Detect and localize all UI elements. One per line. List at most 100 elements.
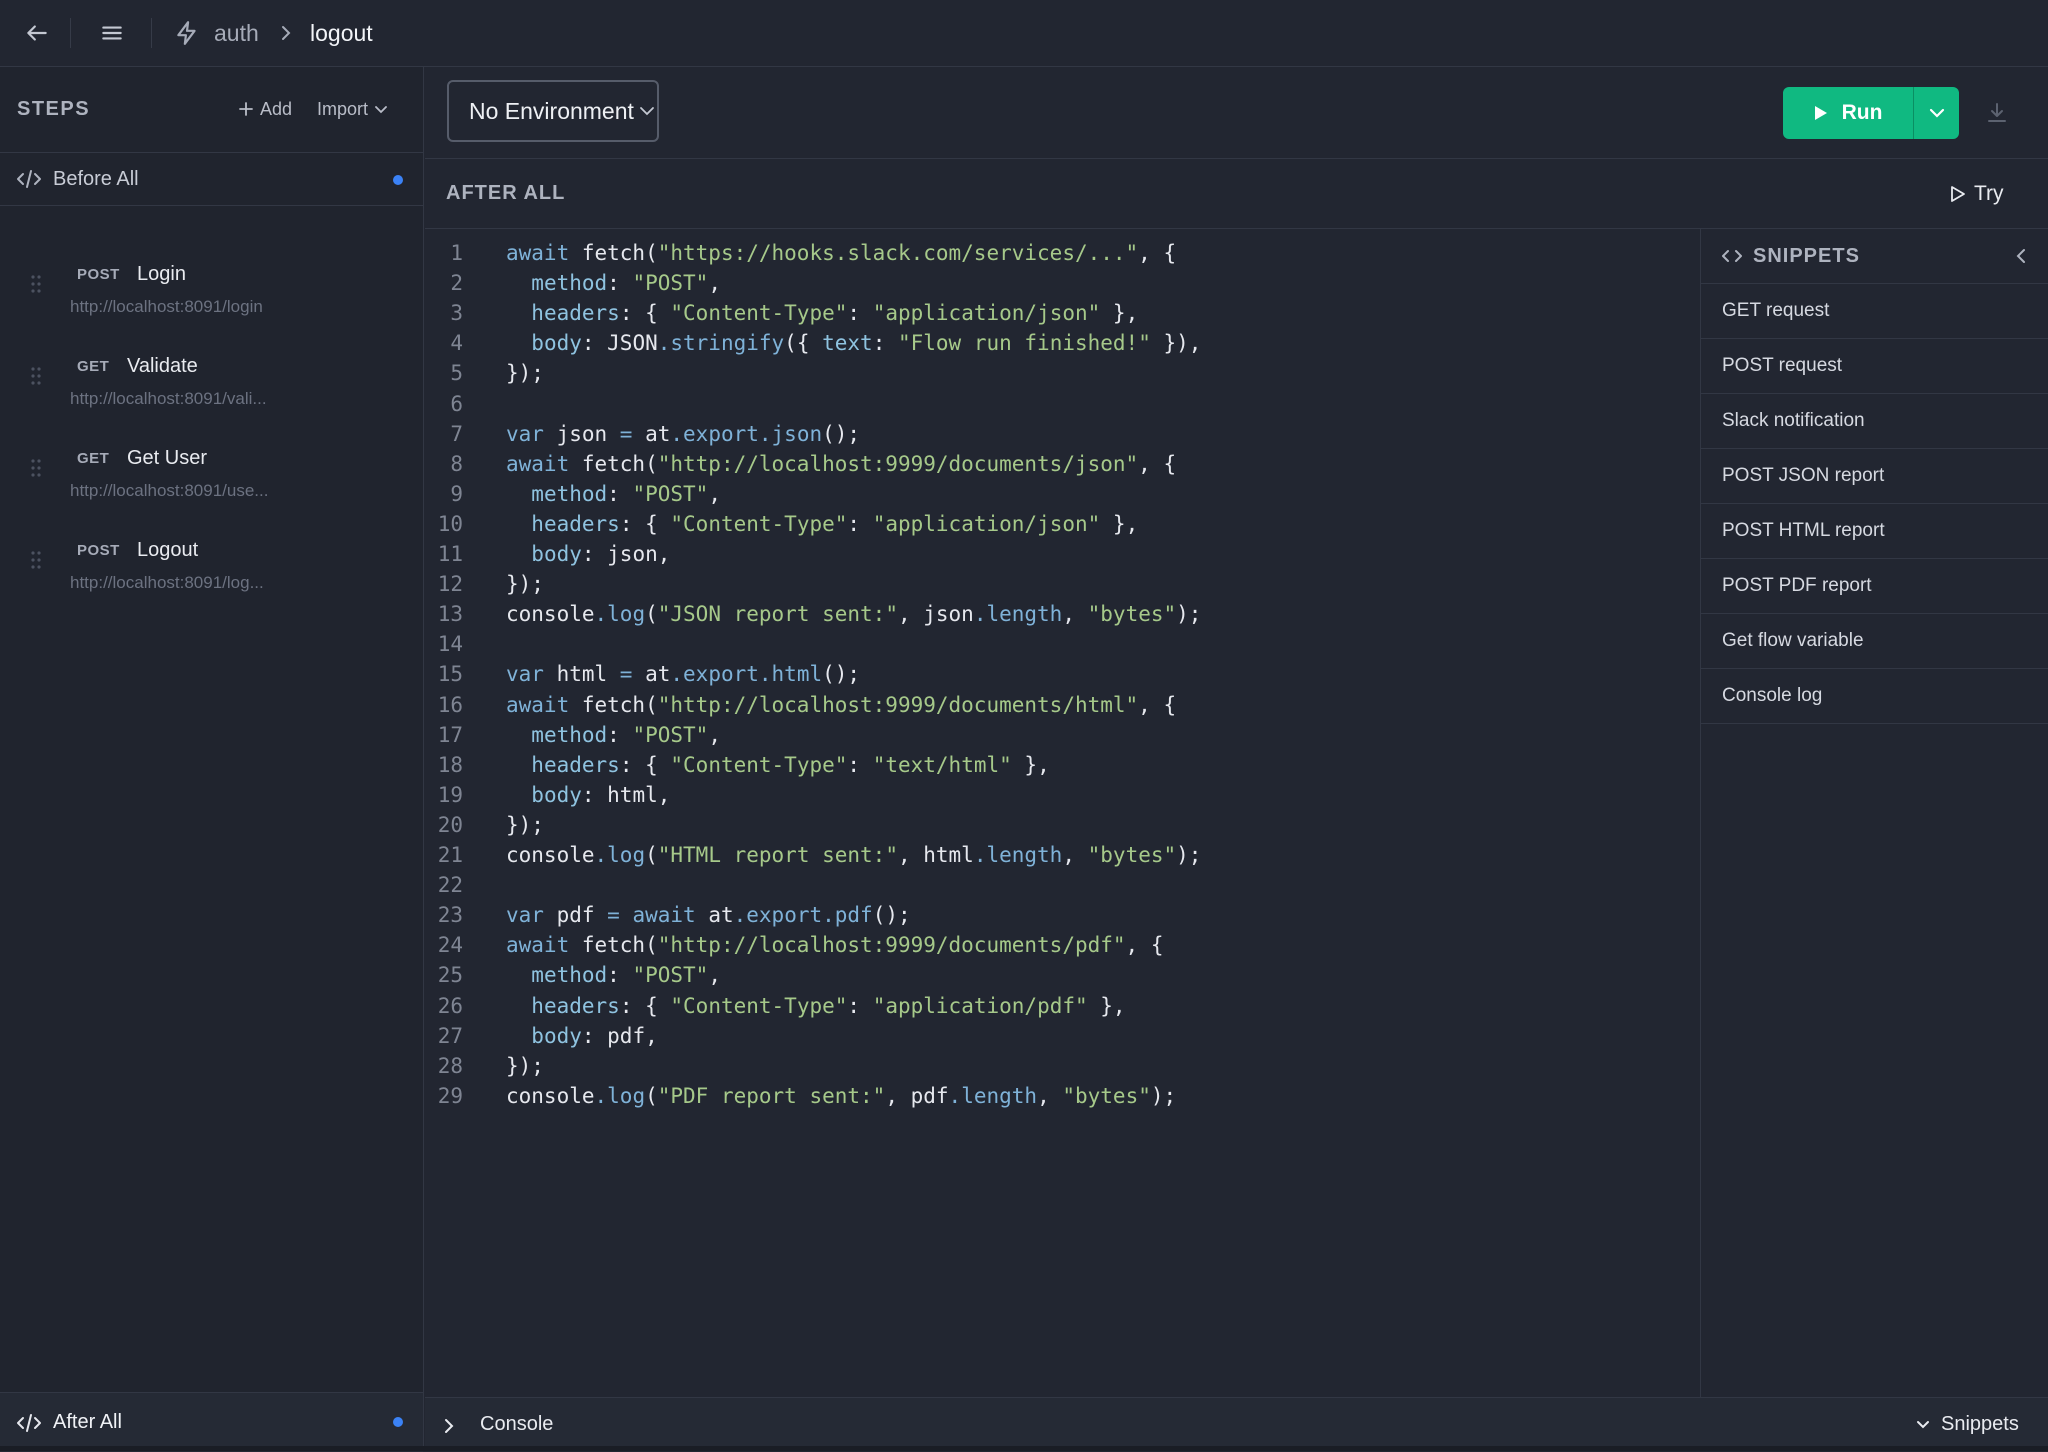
chevron-left-icon[interactable] [2014,246,2028,266]
code-token: "Content-Type" [670,511,848,536]
breadcrumb-parent[interactable]: auth [214,20,259,47]
import-button[interactable]: Import [317,99,388,120]
run-button[interactable]: Run [1783,87,1913,139]
status-dot [393,1417,403,1427]
step-item[interactable]: GET Validate http://localhost:8091/vali... [0,328,423,420]
snippet-item[interactable]: POST request [1701,339,2048,394]
code-line: 7 var json = at.export.json(); [425,419,1700,449]
drag-handle-icon[interactable] [30,458,42,478]
code-text: body: json, [506,539,670,569]
snippets-toggle-button[interactable]: Snippets [1915,1413,2019,1436]
code-token: : { [619,511,671,536]
step-item[interactable]: GET Get User http://localhost:8091/use... [0,420,423,512]
code-line: 2 method: "POST", [425,268,1700,298]
chevron-down-icon [1917,1420,1929,1428]
snippet-item[interactable]: Console log [1701,669,2048,724]
code-text: headers: { "Content-Type": "text/html" }… [506,750,1049,780]
line-number: 20 [437,812,463,837]
line-number: 3 [450,301,463,326]
code-token: , json [897,602,974,627]
step-item[interactable]: POST Login http://localhost:8091/login [0,236,423,328]
code-token: , pdf [885,1083,949,1108]
code-token: .export.json [670,421,823,446]
console-toggle[interactable]: Console [480,1413,553,1436]
after-all-label: After All [53,1411,122,1433]
step-item[interactable]: POST Logout http://localhost:8091/log... [0,512,423,604]
code-token: }, [1087,993,1126,1018]
line-number: 6 [450,391,463,416]
code-token: "POST" [632,271,709,296]
add-label: Add [260,98,293,119]
code-token: .export.pdf [733,903,873,928]
step-url: http://localhost:8091/log... [70,573,264,592]
code-token: , [1037,1083,1063,1108]
code-text: }); [506,358,544,388]
before-all-item[interactable]: Before All [0,152,423,206]
code-token: (); [822,662,861,687]
code-token: var [506,662,544,687]
code-text: var html = at.export.html(); [506,659,860,689]
chevron-down-icon [640,107,654,116]
line-number: 1 [450,241,463,265]
step-name: Login [137,263,186,285]
run-options-button[interactable] [1913,87,1959,139]
add-step-button[interactable]: Add [238,99,292,120]
breadcrumb-current: logout [310,20,373,46]
snippet-item[interactable]: Get flow variable [1701,614,2048,669]
snippet-item[interactable]: GET request [1701,284,2048,339]
code-token: method [531,271,608,296]
code-token: .log [594,602,646,627]
code-token: = [607,903,620,928]
menu-icon[interactable] [97,18,127,48]
code-line: 18 headers: { "Content-Type": "text/html… [425,750,1700,780]
snippet-item[interactable]: POST PDF report [1701,559,2048,614]
code-text: method: "POST", [506,268,721,298]
download-icon[interactable] [1985,101,2009,125]
drag-handle-icon[interactable] [30,550,42,570]
snippets-header: SNIPPETS [1701,229,2048,284]
code-line: 21 console.log("HTML report sent:", html.… [425,840,1700,870]
code-token: ); [1176,843,1202,867]
environment-select[interactable]: No Environment [447,80,659,142]
code-token: await [506,451,570,476]
code-token: "POST" [632,963,709,988]
snippet-item[interactable]: POST JSON report [1701,449,2048,504]
drag-handle-icon[interactable] [30,274,42,294]
step-method: GET [77,450,110,467]
code-token: = [619,662,633,687]
code-text: body: JSON.stringify({ text: "Flow run f… [506,328,1201,358]
drag-handle-icon[interactable] [30,366,42,386]
code-token: fetch( [569,692,658,717]
try-button[interactable]: Try [1950,182,2004,206]
code-token: pdf [543,903,608,928]
code-token: ( [645,602,658,627]
code-token: var [506,421,544,446]
code-token: "HTML report sent:" [657,843,898,867]
code-token: fetch( [569,241,658,265]
snippet-item[interactable]: POST HTML report [1701,504,2048,559]
line-number: 29 [437,1083,463,1108]
play-icon [1814,106,1827,120]
code-token: body [531,331,582,356]
code-text: headers: { "Content-Type": "application/… [506,509,1138,539]
code-token: : { [619,993,671,1018]
code-line: 8 await fetch("http://localhost:9999/docu… [425,449,1700,479]
snippet-item[interactable]: Slack notification [1701,394,2048,449]
after-all-item[interactable]: After All [0,1392,423,1452]
code-editor[interactable]: 1 await fetch("https://hooks.slack.com/se… [425,229,1700,1397]
code-text: await fetch("http://localhost:9999/docum… [506,930,1163,960]
code-line: 25 method: "POST", [425,960,1700,990]
code-token: await [506,241,570,265]
code-line: 17 method: "POST", [425,720,1700,750]
code-token: "Flow run finished!" [897,331,1151,356]
chevron-right-icon [278,21,294,50]
line-number: 18 [437,752,463,777]
section-header: AFTER ALL Try [425,159,2048,229]
chevron-right-icon[interactable] [443,1417,455,1435]
line-number: 13 [437,602,463,627]
back-arrow-icon[interactable] [22,18,52,48]
